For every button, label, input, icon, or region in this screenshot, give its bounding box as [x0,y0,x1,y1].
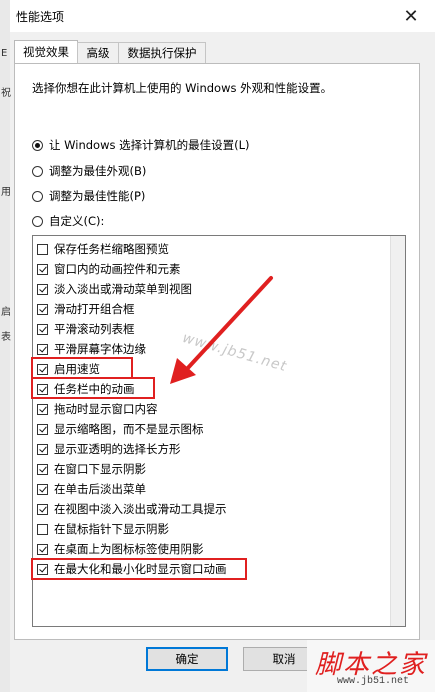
effect-label: 在窗口下显示阴影 [54,462,146,476]
effect-label: 显示缩略图，而不是显示图标 [54,422,204,436]
radio-label: 调整为最佳性能(P) [49,189,146,203]
effect-checkbox[interactable] [37,443,48,455]
effect-checkbox[interactable] [37,263,48,275]
radio-best-performance[interactable]: 调整为最佳性能(P) [32,187,145,205]
effect-option[interactable]: 在桌面上为图标标签使用阴影 [37,540,204,558]
effect-checkbox[interactable] [37,463,48,475]
effect-option[interactable]: 显示缩略图，而不是显示图标 [37,420,204,438]
site-logo: 脚本之家 www.jb51.net [307,640,435,692]
effect-option[interactable]: 在最大化和最小化时显示窗口动画 [37,560,227,578]
effect-option[interactable]: 保存任务栏缩略图预览 [37,240,169,258]
effect-option[interactable]: 滑动打开组合框 [37,300,135,318]
effect-option[interactable]: 在鼠标指针下显示阴影 [37,520,169,538]
effect-option[interactable]: 拖动时显示窗口内容 [37,400,158,418]
effect-checkbox[interactable] [37,423,48,435]
radio-label: 调整为最佳外观(B) [49,164,147,178]
radio-let-windows-choose[interactable]: 让 Windows 选择计算机的最佳设置(L) [32,136,250,154]
effect-option[interactable]: 在窗口下显示阴影 [37,460,146,478]
site-logo-url: www.jb51.net [337,676,410,687]
effect-option[interactable]: 在视图中淡入淡出或滑动工具提示 [37,500,227,518]
radio-button[interactable] [32,215,43,227]
tab-data-execution-prevention[interactable]: 数据执行保护 [118,42,206,64]
window-title: 性能选项 [16,10,65,24]
close-icon[interactable]: ✕ [399,4,423,28]
effect-label: 在最大化和最小化时显示窗口动画 [54,562,227,576]
effect-label: 在视图中淡入淡出或滑动工具提示 [54,502,227,516]
effect-label: 拖动时显示窗口内容 [54,402,158,416]
effect-checkbox[interactable] [37,303,48,315]
effect-label: 窗口内的动画控件和元素 [54,262,181,276]
effect-label: 滑动打开组合框 [54,302,135,316]
effect-label: 在单击后淡出菜单 [54,482,146,496]
effect-checkbox[interactable] [37,343,48,355]
effect-checkbox[interactable] [37,543,48,555]
effect-option[interactable]: 窗口内的动画控件和元素 [37,260,181,278]
effect-checkbox[interactable] [37,243,48,255]
radio-button[interactable] [32,139,43,151]
edge-char: 祝 [1,88,11,99]
effect-label: 平滑滚动列表框 [54,322,135,336]
effect-option[interactable]: 在单击后淡出菜单 [37,480,146,498]
effect-checkbox[interactable] [37,383,48,395]
effect-option[interactable]: 平滑滚动列表框 [37,320,135,338]
effect-checkbox[interactable] [37,403,48,415]
background-window-edge: E 祝 用 启 表 [0,0,11,692]
edge-char: 用 [1,187,11,198]
radio-button[interactable] [32,165,43,177]
tab-visual-effects[interactable]: 视觉效果 [14,40,78,64]
effect-label: 启用速览 [54,362,100,376]
effect-option[interactable]: 显示亚透明的选择长方形 [37,440,181,458]
radio-label: 让 Windows 选择计算机的最佳设置(L) [49,138,250,152]
effect-option[interactable]: 平滑屏幕字体边缘 [37,340,146,358]
scrollbar[interactable] [390,236,405,626]
effect-checkbox[interactable] [37,563,48,575]
effect-checkbox[interactable] [37,283,48,295]
effect-checkbox[interactable] [37,363,48,375]
edge-char: 表 [1,332,11,343]
effect-checkbox[interactable] [37,503,48,515]
effect-option[interactable]: 启用速览 [37,360,100,378]
edge-char: 启 [1,307,11,318]
title-bar: 性能选项 ✕ [0,0,435,32]
effect-label: 在鼠标指针下显示阴影 [54,522,169,536]
effect-label: 显示亚透明的选择长方形 [54,442,181,456]
effect-checkbox[interactable] [37,483,48,495]
description-text: 选择你想在此计算机上使用的 Windows 外观和性能设置。 [32,81,333,95]
radio-button[interactable] [32,190,43,202]
tab-advanced[interactable]: 高级 [77,42,119,64]
effect-checkbox[interactable] [37,323,48,335]
effect-label: 保存任务栏缩略图预览 [54,242,169,256]
effect-option[interactable]: 淡入淡出或滑动菜单到视图 [37,280,192,298]
effect-option[interactable]: 任务栏中的动画 [37,380,135,398]
effect-label: 在桌面上为图标标签使用阴影 [54,542,204,556]
ok-button[interactable]: 确定 [146,647,228,671]
effect-label: 任务栏中的动画 [54,382,135,396]
effect-label: 平滑屏幕字体边缘 [54,342,146,356]
effect-label: 淡入淡出或滑动菜单到视图 [54,282,192,296]
effect-checkbox[interactable] [37,523,48,535]
performance-options-dialog: 性能选项 ✕ E 祝 用 启 表 视觉效果 高级 数据执行保护 选择你想在此计算… [0,0,435,692]
radio-best-appearance[interactable]: 调整为最佳外观(B) [32,162,146,180]
radio-label: 自定义(C): [49,214,105,228]
edge-char: E [1,48,8,59]
effects-list[interactable]: 保存任务栏缩略图预览 窗口内的动画控件和元素 淡入淡出或滑动菜单到视图 滑动打开组合框… [32,235,406,627]
radio-custom[interactable]: 自定义(C): [32,212,104,230]
